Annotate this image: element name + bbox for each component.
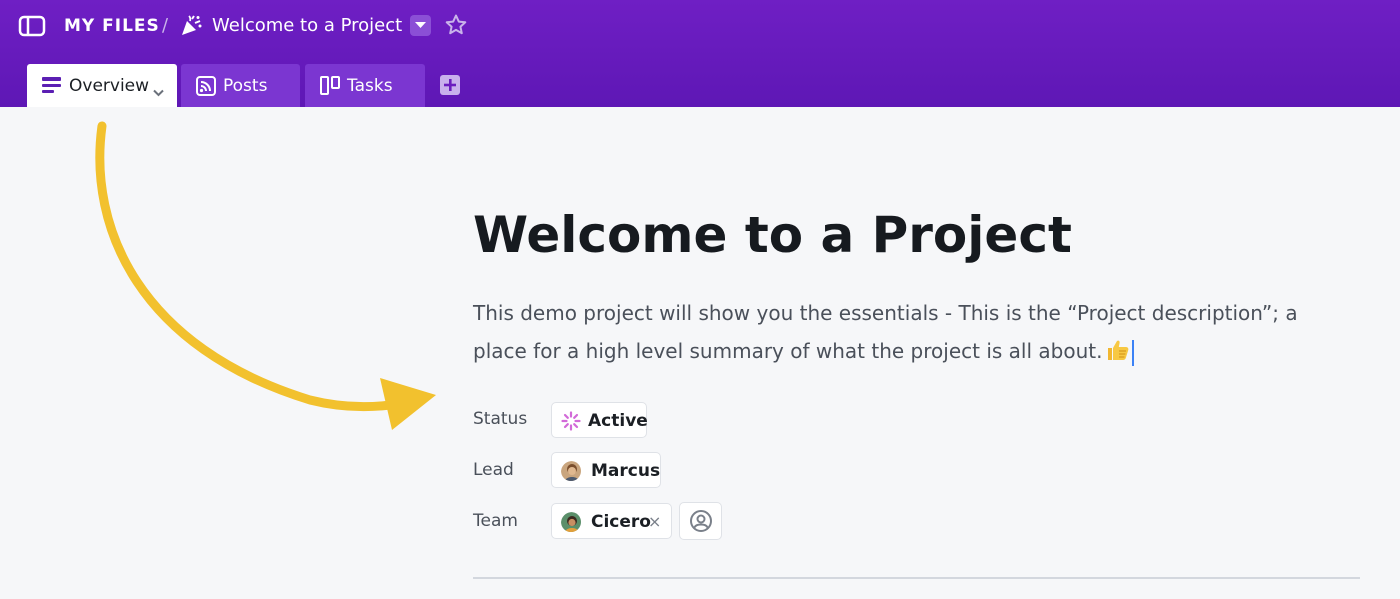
lead-value: Marcus <box>591 461 661 481</box>
avatar <box>561 461 581 481</box>
breadcrumb-separator: / <box>162 15 169 36</box>
thumbs-up-icon <box>1106 335 1130 373</box>
kanban-board-icon <box>320 76 340 100</box>
top-header: MY FILES / Welcome to a Project Overview… <box>0 0 1400 107</box>
team-label: Team <box>473 511 518 531</box>
team-member-chip[interactable]: Cicero × <box>551 503 672 539</box>
curved-arrow-annotation <box>80 118 440 442</box>
status-value: Active <box>588 411 648 431</box>
breadcrumb-project-title[interactable]: Welcome to a Project <box>212 13 402 39</box>
tab-overview-label: Overview <box>69 76 150 96</box>
lead-label: Lead <box>473 460 514 480</box>
overview-lines-icon <box>42 76 61 99</box>
tab-overview[interactable]: Overview <box>27 64 177 107</box>
text-cursor <box>1132 339 1135 366</box>
status-chip[interactable]: Active <box>551 402 648 438</box>
spinner-icon <box>561 411 581 431</box>
sidebar-toggle-icon[interactable] <box>18 15 46 37</box>
tab-posts-label: Posts <box>223 76 268 96</box>
project-description-text: This demo project will show you the esse… <box>473 301 1298 363</box>
tab-tasks-label: Tasks <box>347 76 393 96</box>
tab-posts[interactable]: Posts <box>181 64 300 107</box>
lead-chip[interactable]: Marcus <box>551 452 661 488</box>
section-divider <box>473 577 1360 579</box>
remove-member-icon[interactable]: × <box>648 510 661 534</box>
add-tab-plus-icon[interactable] <box>440 75 460 95</box>
chevron-down-icon[interactable] <box>153 82 164 101</box>
project-description[interactable]: This demo project will show you the esse… <box>473 294 1353 373</box>
favorite-star-icon[interactable] <box>444 13 468 37</box>
status-label: Status <box>473 409 528 429</box>
avatar <box>561 512 581 532</box>
chevron-down-icon <box>415 22 426 28</box>
party-popper-icon <box>180 15 202 37</box>
breadcrumb-my-files[interactable]: MY FILES <box>64 14 160 38</box>
project-menu-dropdown[interactable] <box>410 15 431 36</box>
page-title: Welcome to a Project <box>473 206 1072 264</box>
person-icon <box>690 510 712 532</box>
team-member-name: Cicero <box>591 512 651 532</box>
tab-tasks[interactable]: Tasks <box>305 64 425 107</box>
rss-feed-icon <box>196 76 216 100</box>
add-team-member-button[interactable] <box>679 502 722 540</box>
